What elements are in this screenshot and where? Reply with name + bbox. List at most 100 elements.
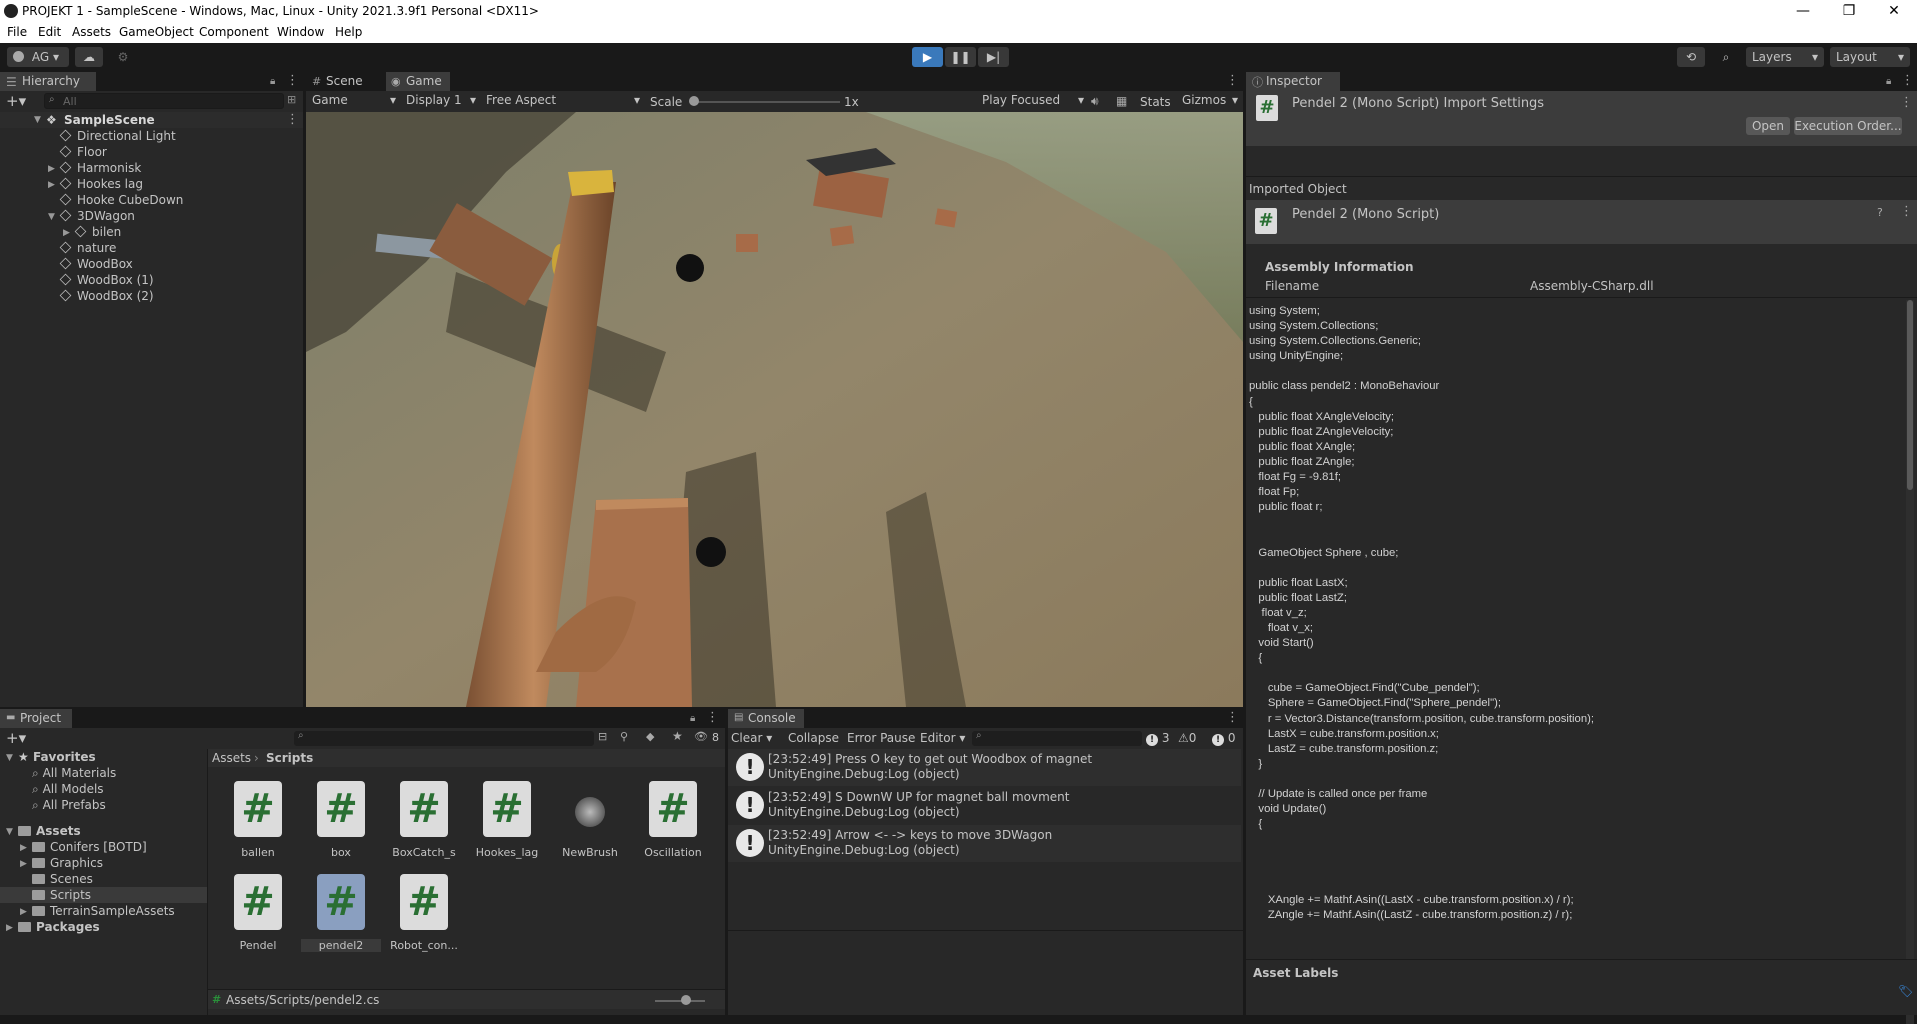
history-button[interactable]: ⟲ <box>1677 47 1705 67</box>
game-viewport[interactable] <box>306 112 1243 707</box>
gizmos-dropdown[interactable]: Gizmos ▾ <box>1178 93 1240 110</box>
expand-arrow-icon[interactable]: ▶ <box>48 164 55 174</box>
console-log-entry[interactable]: ! [23:52:49] S DownW UP for magnet ball … <box>728 787 1241 824</box>
aspect-dropdown[interactable]: Free Aspect ▾ <box>482 93 642 110</box>
favorite-item[interactable]: ⌕ All Prefabs <box>32 797 106 813</box>
layers-dropdown[interactable]: Layers ▾ <box>1746 47 1824 67</box>
editor-dropdown[interactable]: Editor ▾ <box>920 731 965 745</box>
script-file-icon[interactable]: # <box>317 781 365 837</box>
lock-icon[interactable]: 🔒︎ <box>690 713 700 724</box>
error-pause-button[interactable]: Error Pause <box>847 731 915 745</box>
expand-arrow-icon[interactable]: ▶ <box>20 859 27 869</box>
menu-gameobject[interactable]: GameObject <box>119 25 194 39</box>
hierarchy-item[interactable]: Directional Light <box>59 128 176 144</box>
expand-arrow-icon[interactable]: ▼ <box>34 115 41 125</box>
error-filter-button[interactable]: ! 0 <box>1212 731 1235 746</box>
icon-size-slider-handle[interactable] <box>681 995 691 1005</box>
close-button[interactable]: ✕ <box>1871 0 1917 23</box>
hierarchy-item[interactable]: Harmonisk <box>59 160 141 176</box>
folder-item[interactable]: Graphics <box>32 855 103 871</box>
label-tag-icon[interactable]: 🏷︎ <box>1898 984 1913 998</box>
collab-button[interactable]: ⚙ <box>111 47 135 67</box>
expand-arrow-icon[interactable]: ▶ <box>63 228 70 238</box>
folder-item[interactable]: TerrainSampleAssets <box>32 903 175 919</box>
brush-file-icon[interactable] <box>575 797 605 827</box>
play-button[interactable]: ▶ <box>912 47 943 67</box>
search-filter-icon[interactable]: ⊞ <box>287 93 296 106</box>
expand-arrow-icon[interactable]: ▼ <box>6 827 13 837</box>
mute-audio-icon[interactable]: 🔊︎ <box>1091 94 1099 109</box>
hierarchy-search-input[interactable]: ⌕ All <box>44 93 284 109</box>
object-menu-icon[interactable]: ⋮ <box>1900 205 1913 219</box>
console-search-input[interactable]: ⌕ <box>972 730 1142 746</box>
hierarchy-item[interactable]: Floor <box>59 144 107 160</box>
script-file-icon[interactable]: # <box>400 874 448 930</box>
menu-assets[interactable]: Assets <box>72 25 111 39</box>
folder-item-scripts[interactable]: Scripts <box>32 887 91 903</box>
account-dropdown[interactable]: AG ▾ <box>7 47 69 67</box>
cloud-button[interactable]: ☁ <box>75 47 103 67</box>
scale-slider-handle[interactable] <box>689 96 699 106</box>
lock-icon[interactable]: 🔒︎ <box>1886 76 1896 87</box>
hierarchy-item[interactable]: Hooke CubeDown <box>59 192 183 208</box>
expand-arrow-icon[interactable]: ▶ <box>20 843 27 853</box>
display-dropdown[interactable]: Display 1 ▾ <box>402 93 478 110</box>
warning-filter-button[interactable]: ⚠0 <box>1178 731 1196 745</box>
menu-window[interactable]: Window <box>277 25 324 39</box>
hierarchy-item[interactable]: WoodBox (1) <box>59 272 154 288</box>
scale-slider[interactable] <box>690 101 840 103</box>
menu-file[interactable]: File <box>7 25 27 39</box>
step-button[interactable]: ▶| <box>978 47 1009 67</box>
script-file-icon[interactable]: # <box>234 874 282 930</box>
expand-arrow-icon[interactable]: ▶ <box>48 180 55 190</box>
menu-help[interactable]: Help <box>335 25 362 39</box>
script-file-icon[interactable]: # <box>649 781 697 837</box>
expand-arrow-icon[interactable]: ▼ <box>6 753 13 763</box>
info-filter-button[interactable]: ! 3 <box>1146 731 1169 746</box>
folder-item[interactable]: Conifers [BOTD] <box>32 839 147 855</box>
hierarchy-item[interactable]: WoodBox <box>59 256 133 272</box>
script-file-icon[interactable]: # <box>400 781 448 837</box>
filter-search-icon[interactable]: ⚲ <box>620 730 628 743</box>
hierarchy-item[interactable]: 3DWagon <box>59 208 135 224</box>
panel-menu-icon[interactable]: ⋮ <box>1901 74 1914 88</box>
fullscreen-grid-icon[interactable]: ▦ <box>1116 94 1127 108</box>
scene-row[interactable]: ▼ ❖ SampleScene ⋮ <box>0 112 303 128</box>
favorite-item[interactable]: ⌕ All Models <box>32 781 104 797</box>
pause-button[interactable]: ❚❚ <box>945 47 976 67</box>
header-menu-icon[interactable]: ⋮ <box>1900 96 1913 110</box>
game-view-dropdown[interactable]: Game ▾ <box>308 93 398 110</box>
add-button[interactable]: +▾ <box>6 92 26 110</box>
breadcrumb-assets[interactable]: Assets <box>212 751 251 765</box>
script-file-icon-selected[interactable]: # <box>317 874 365 930</box>
hierarchy-item[interactable]: bilen <box>74 224 121 240</box>
panel-menu-icon[interactable]: ⋮ <box>706 711 719 725</box>
favorite-item[interactable]: ⌕ All Materials <box>32 765 116 781</box>
label-filter-icon[interactable]: ◆ <box>646 730 654 743</box>
hierarchy-item[interactable]: Hookes lag <box>59 176 143 192</box>
favorites-item[interactable]: ★ Favorites <box>18 749 96 765</box>
open-button[interactable]: Open <box>1746 117 1790 135</box>
packages-item[interactable]: Packages <box>18 919 100 935</box>
script-file-icon[interactable]: # <box>483 781 531 837</box>
panel-menu-icon[interactable]: ⋮ <box>1226 711 1239 725</box>
lock-icon[interactable]: 🔒︎ <box>270 76 280 87</box>
expand-arrow-icon[interactable]: ▶ <box>6 923 13 933</box>
icon-size-slider[interactable] <box>655 1000 705 1002</box>
console-log-entry[interactable]: ! [23:52:49] Press O key to get out Wood… <box>728 749 1241 786</box>
maximize-button[interactable]: ❐ <box>1826 0 1872 23</box>
assets-item[interactable]: Assets <box>18 823 81 839</box>
collapse-button[interactable]: Collapse <box>788 731 839 745</box>
panel-menu-icon[interactable]: ⋮ <box>286 74 299 88</box>
clear-button[interactable]: Clear ▾ <box>731 731 772 745</box>
favorite-star-icon[interactable]: ★ <box>672 729 683 743</box>
breadcrumb-scripts[interactable]: Scripts <box>266 751 313 765</box>
script-file-icon[interactable]: # <box>234 781 282 837</box>
layout-dropdown[interactable]: Layout ▾ <box>1830 47 1910 67</box>
hierarchy-item[interactable]: nature <box>59 240 116 256</box>
expand-arrow-icon[interactable]: ▶ <box>20 907 27 917</box>
play-mode-dropdown[interactable]: Play Focused ▾ <box>978 93 1086 110</box>
panel-menu-icon[interactable]: ⋮ <box>1226 74 1239 88</box>
console-log-entry[interactable]: ! [23:52:49] Arrow <- -> keys to move 3D… <box>728 825 1241 862</box>
folder-item[interactable]: Scenes <box>32 871 93 887</box>
